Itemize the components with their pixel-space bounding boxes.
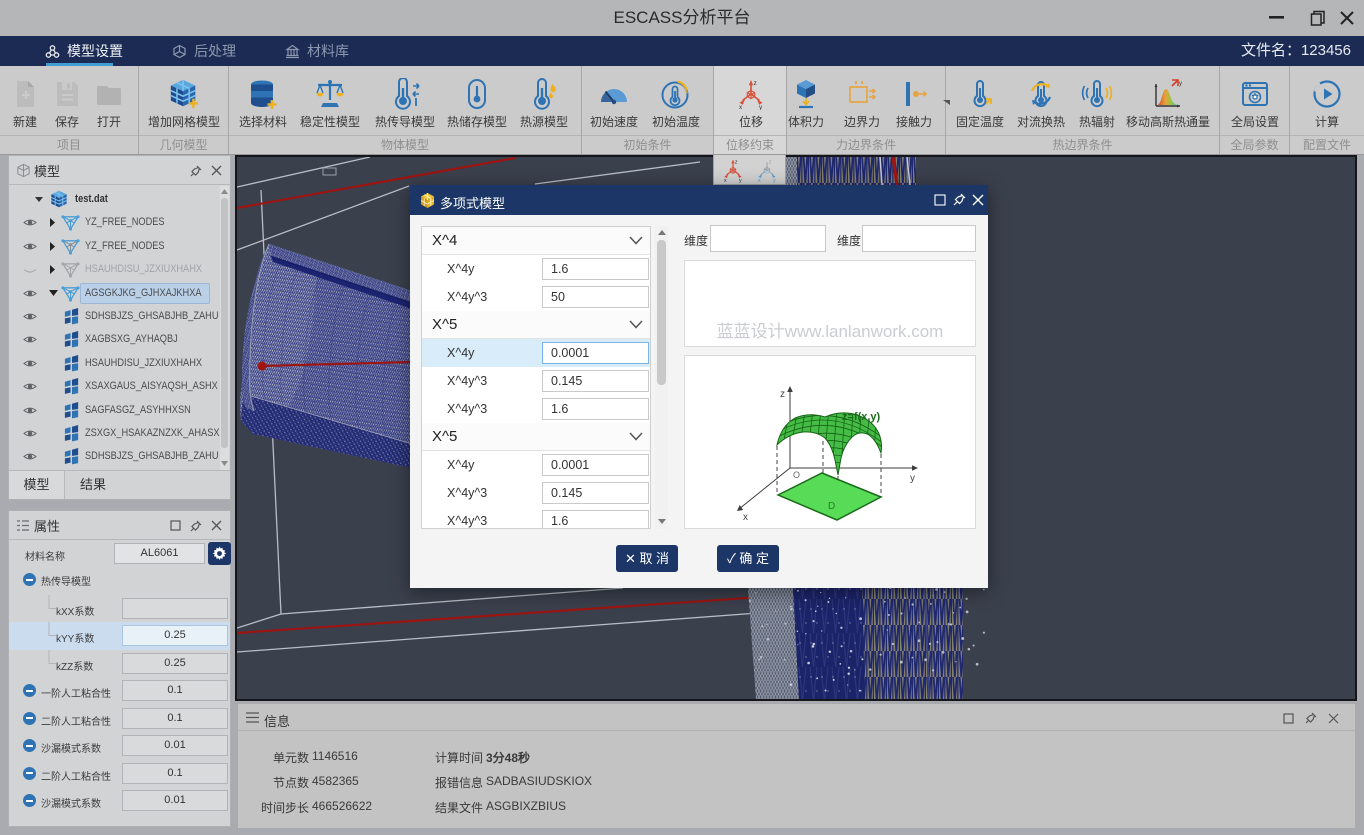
svg-text:O: O bbox=[793, 470, 800, 480]
svg-text:x: x bbox=[724, 178, 727, 183]
svg-text:y: y bbox=[910, 473, 915, 484]
svg-text:z: z bbox=[754, 80, 757, 87]
svg-text:y: y bbox=[1179, 81, 1182, 87]
svg-text:y: y bbox=[739, 178, 742, 183]
svg-text:y: y bbox=[773, 178, 776, 183]
svg-text:z=f(x,y): z=f(x,y) bbox=[842, 411, 881, 423]
svg-text:z: z bbox=[734, 159, 737, 165]
svg-text:z: z bbox=[768, 159, 771, 165]
svg-text:x: x bbox=[739, 104, 743, 110]
svg-text:z: z bbox=[780, 389, 785, 400]
svg-text:x: x bbox=[758, 178, 761, 183]
svg-text:D: D bbox=[828, 501, 835, 512]
svg-text:y: y bbox=[759, 104, 763, 110]
svg-text:x: x bbox=[743, 512, 748, 523]
